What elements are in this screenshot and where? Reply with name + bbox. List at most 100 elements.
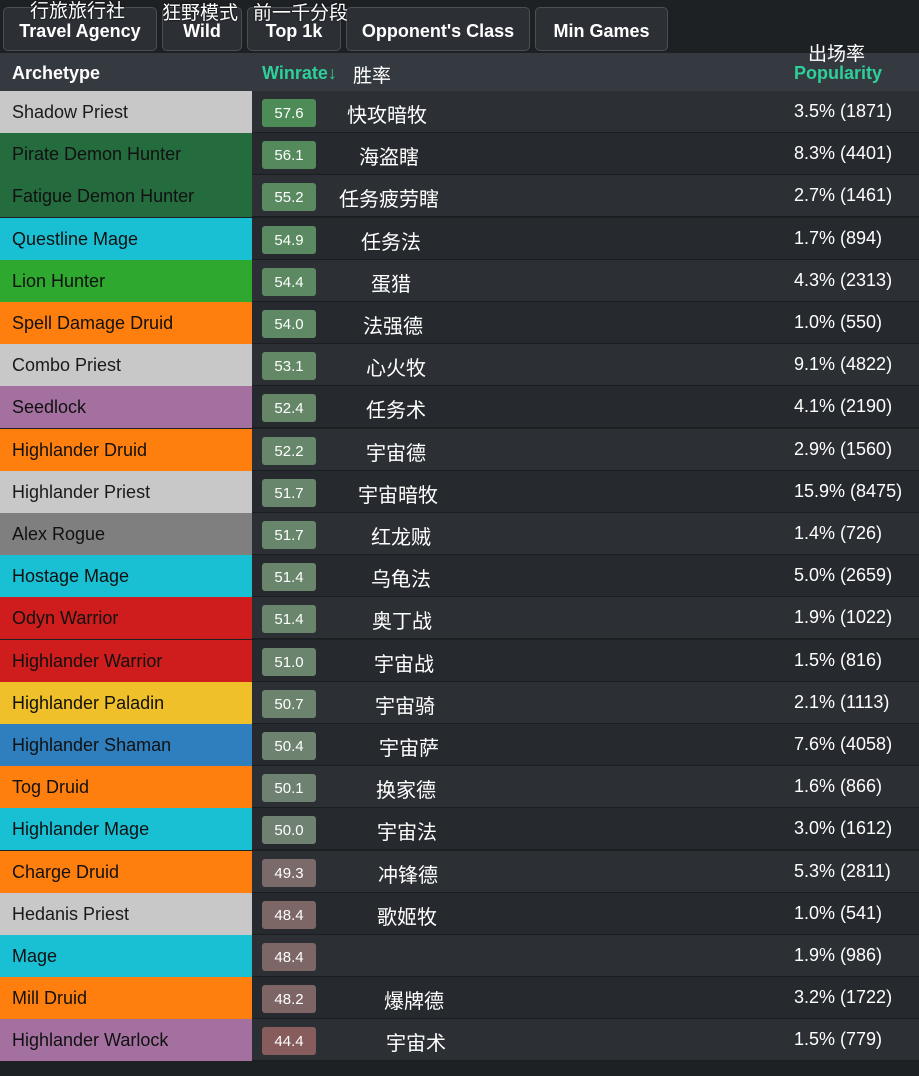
winrate-badge: 48.4 [262,943,316,971]
table-row: Combo Priest 53.1 心火牧 9.1% (4822) [0,344,919,387]
table-row: Seedlock 52.4 任务术 4.1% (2190) [0,386,919,429]
table-row: Spell Damage Druid 54.0 法强德 1.0% (550) [0,302,919,344]
archetype-name[interactable]: Highlander Mage [0,808,252,851]
winrate-badge: 50.0 [262,816,316,845]
winrate-badge: 51.7 [262,521,316,549]
table-row: Highlander Warlock 44.4 宇宙术 1.5% (779) [0,1019,919,1062]
archetype-name[interactable]: Seedlock [0,386,252,429]
annotation-region: 行旅旅行社 [30,0,126,22]
filter-region-label: Travel Agency [19,21,141,41]
popularity-value: 2.7% (1461) [794,185,893,206]
chinese-nickname: 宇宙骑 [375,693,435,718]
table-row: Tog Druid 50.1 换家德 1.6% (866) [0,766,919,809]
winrate-badge: 52.2 [262,436,316,465]
winrate-badge: 53.1 [262,352,316,381]
archetype-name[interactable]: Highlander Priest [0,470,252,513]
table-footer [0,1064,919,1076]
column-header-archetype[interactable]: Archetype [12,63,100,84]
winrate-badge: 51.7 [262,478,316,507]
chinese-nickname: 任务术 [366,398,426,423]
archetype-name[interactable]: Lion Hunter [0,259,252,302]
popularity-value: 2.1% (1113) [794,691,890,712]
archetype-name[interactable]: Charge Druid [0,850,252,893]
popularity-value: 3.5% (1871) [794,101,893,121]
popularity-value: 4.3% (2313) [794,269,893,290]
filter-button-opponent-class[interactable]: Opponent's Class [346,7,530,51]
chinese-nickname: 法强德 [363,314,423,338]
popularity-value: 9.1% (4822) [794,354,893,375]
chinese-nickname: 任务法 [361,229,421,254]
chinese-nickname: 宇宙术 [386,1031,446,1056]
chinese-nickname: 心火牧 [366,356,426,381]
popularity-value: 7.6% (4058) [794,734,893,754]
popularity-value: 1.5% (816) [794,649,883,670]
archetype-name[interactable]: Spell Damage Druid [0,302,252,344]
winrate-badge: 57.6 [262,99,316,127]
table-row: Hedanis Priest 48.4 歌姬牧 1.0% (541) [0,892,919,935]
table-row: Alex Rogue 51.7 红龙贼 1.4% (726) [0,513,919,555]
popularity-value: 1.7% (894) [794,227,883,248]
filter-min-games-label: Min Games [553,21,650,41]
archetype-name[interactable]: Highlander Druid [0,428,252,471]
archetype-name[interactable]: Hedanis Priest [0,892,252,935]
archetype-name[interactable]: Fatigue Demon Hunter [0,175,252,218]
chinese-nickname: 爆牌德 [384,989,444,1014]
table-row: Charge Druid 49.3 冲锋德 5.3% (2811) [0,850,919,893]
popularity-value: 5.3% (2811) [794,860,891,881]
popularity-value: 3.0% (1612) [794,818,893,839]
archetype-name[interactable]: Alex Rogue [0,513,252,555]
popularity-value: 4.1% (2190) [794,396,893,417]
chinese-nickname: 快攻暗牧 [347,103,427,127]
popularity-value: 1.0% (541) [794,902,883,923]
popularity-value: 1.5% (779) [794,1029,883,1050]
winrate-badge: 44.4 [262,1027,316,1056]
chinese-nickname: 宇宙战 [374,651,434,676]
table-row: Fatigue Demon Hunter 55.2 任务疲劳瞎 2.7% (1461) [0,175,919,218]
winrate-badge: 51.4 [262,605,316,634]
archetype-name[interactable]: Highlander Warlock [0,1019,252,1062]
annotation-format: 狂野模式 [162,2,239,24]
table-row: Highlander Druid 52.2 宇宙德 2.9% (1560) [0,428,919,471]
column-header-popularity[interactable]: Popularity [794,63,882,84]
column-header-winrate[interactable]: Winrate↓ [262,63,337,84]
filter-bar: Travel Agency Wild Top 1k Opponent's Cla… [0,0,919,53]
chinese-nickname: 宇宙萨 [379,736,439,760]
table-row: Highlander Warrior 51.0 宇宙战 1.5% (816) [0,639,919,682]
filter-button-min-games[interactable]: Min Games [535,7,668,51]
table-row: Mage 48.4 1.9% (986) [0,935,919,977]
winrate-badge: 54.4 [262,267,316,296]
table-row: Hostage Mage 51.4 乌龟法 5.0% (2659) [0,555,919,598]
winrate-badge: 55.2 [262,183,316,212]
chinese-nickname: 换家德 [376,778,436,803]
archetype-name[interactable]: Highlander Shaman [0,724,252,766]
winrate-badge: 49.3 [262,858,316,887]
archetype-name[interactable]: Questline Mage [0,217,252,260]
winrate-badge: 56.1 [262,141,316,170]
popularity-value: 1.9% (986) [794,945,883,965]
chinese-nickname: 海盗瞎 [359,145,419,170]
chinese-nickname: 宇宙德 [366,440,426,465]
table-row: Mill Druid 48.2 爆牌德 3.2% (1722) [0,977,919,1020]
archetype-name[interactable]: Highlander Warrior [0,639,252,682]
archetype-name[interactable]: Odyn Warrior [0,597,252,640]
archetype-name[interactable]: Tog Druid [0,766,252,809]
archetype-name[interactable]: Highlander Paladin [0,681,252,724]
winrate-badge: 54.9 [262,225,316,254]
archetype-name[interactable]: Mage [0,935,252,977]
archetype-name[interactable]: Shadow Priest [0,91,252,133]
table-row: Shadow Priest 57.6 快攻暗牧 3.5% (1871) [0,91,919,133]
archetype-name[interactable]: Hostage Mage [0,555,252,598]
archetype-name[interactable]: Pirate Demon Hunter [0,133,252,176]
table-row: Questline Mage 54.9 任务法 1.7% (894) [0,217,919,260]
popularity-value: 8.3% (4401) [794,143,893,164]
archetype-name[interactable]: Combo Priest [0,344,252,387]
table-row: Highlander Priest 51.7 宇宙暗牧 15.9% (8475) [0,470,919,513]
popularity-value: 1.9% (1022) [794,607,893,628]
chinese-nickname: 红龙贼 [371,525,431,549]
popularity-value: 2.9% (1560) [794,438,893,459]
archetype-name[interactable]: Mill Druid [0,977,252,1020]
chinese-nickname: 任务疲劳瞎 [339,187,439,212]
popularity-value: 1.4% (726) [794,523,883,543]
table-header: Archetype Winrate↓ 胜率 Popularity 出场率 [0,43,919,91]
table-row: Highlander Shaman 50.4 宇宙萨 7.6% (4058) [0,724,919,766]
